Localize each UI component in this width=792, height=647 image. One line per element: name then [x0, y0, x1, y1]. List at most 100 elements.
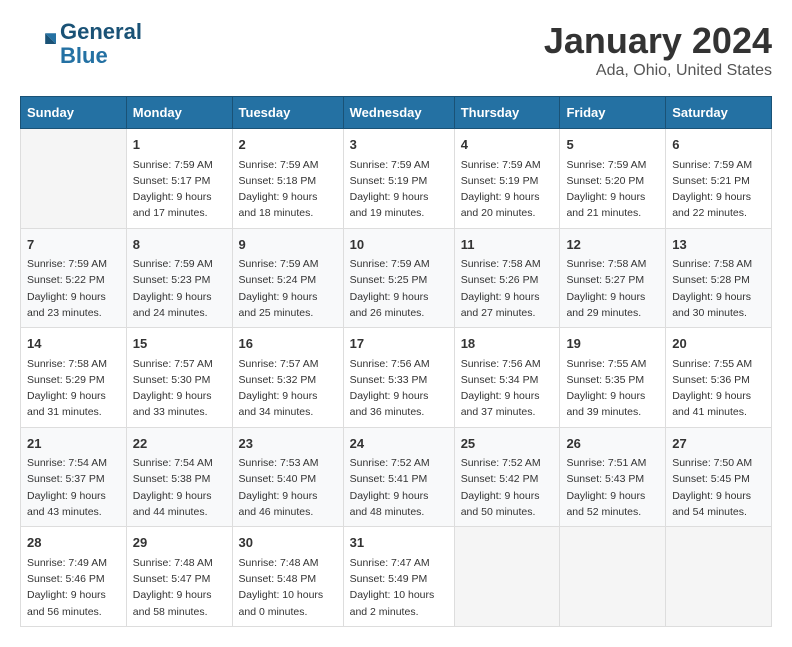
title-block: January 2024 Ada, Ohio, United States: [544, 20, 772, 80]
column-header-tuesday: Tuesday: [232, 97, 343, 129]
day-number: 1: [133, 135, 226, 155]
day-info: Sunrise: 7:52 AMSunset: 5:42 PMDaylight:…: [461, 455, 554, 520]
day-number: 23: [239, 434, 337, 454]
calendar-cell: [560, 527, 666, 627]
day-info: Sunrise: 7:59 AMSunset: 5:18 PMDaylight:…: [239, 157, 337, 222]
day-number: 8: [133, 235, 226, 255]
day-number: 18: [461, 334, 554, 354]
calendar-cell: 31Sunrise: 7:47 AMSunset: 5:49 PMDayligh…: [343, 527, 454, 627]
header-row: SundayMondayTuesdayWednesdayThursdayFrid…: [21, 97, 772, 129]
day-number: 21: [27, 434, 120, 454]
column-header-monday: Monday: [126, 97, 232, 129]
day-number: 25: [461, 434, 554, 454]
calendar-cell: [21, 129, 127, 229]
calendar-cell: 27Sunrise: 7:50 AMSunset: 5:45 PMDayligh…: [666, 427, 772, 527]
day-number: 4: [461, 135, 554, 155]
calendar-cell: 6Sunrise: 7:59 AMSunset: 5:21 PMDaylight…: [666, 129, 772, 229]
logo-text: General Blue: [60, 20, 142, 68]
day-info: Sunrise: 7:54 AMSunset: 5:38 PMDaylight:…: [133, 455, 226, 520]
calendar-cell: [454, 527, 560, 627]
calendar-subtitle: Ada, Ohio, United States: [544, 62, 772, 80]
day-info: Sunrise: 7:50 AMSunset: 5:45 PMDaylight:…: [672, 455, 765, 520]
calendar-cell: 3Sunrise: 7:59 AMSunset: 5:19 PMDaylight…: [343, 129, 454, 229]
day-number: 28: [27, 533, 120, 553]
calendar-cell: 17Sunrise: 7:56 AMSunset: 5:33 PMDayligh…: [343, 328, 454, 428]
day-number: 7: [27, 235, 120, 255]
column-header-saturday: Saturday: [666, 97, 772, 129]
logo-line1: General: [60, 19, 142, 44]
day-info: Sunrise: 7:59 AMSunset: 5:17 PMDaylight:…: [133, 157, 226, 222]
day-info: Sunrise: 7:59 AMSunset: 5:21 PMDaylight:…: [672, 157, 765, 222]
day-info: Sunrise: 7:59 AMSunset: 5:19 PMDaylight:…: [461, 157, 554, 222]
day-number: 29: [133, 533, 226, 553]
calendar-cell: 5Sunrise: 7:59 AMSunset: 5:20 PMDaylight…: [560, 129, 666, 229]
day-number: 16: [239, 334, 337, 354]
day-number: 14: [27, 334, 120, 354]
day-info: Sunrise: 7:56 AMSunset: 5:33 PMDaylight:…: [350, 356, 448, 421]
day-info: Sunrise: 7:58 AMSunset: 5:29 PMDaylight:…: [27, 356, 120, 421]
day-info: Sunrise: 7:55 AMSunset: 5:36 PMDaylight:…: [672, 356, 765, 421]
calendar-table: SundayMondayTuesdayWednesdayThursdayFrid…: [20, 96, 772, 627]
calendar-cell: 13Sunrise: 7:58 AMSunset: 5:28 PMDayligh…: [666, 228, 772, 328]
calendar-cell: 21Sunrise: 7:54 AMSunset: 5:37 PMDayligh…: [21, 427, 127, 527]
column-header-thursday: Thursday: [454, 97, 560, 129]
day-info: Sunrise: 7:48 AMSunset: 5:47 PMDaylight:…: [133, 555, 226, 620]
day-number: 22: [133, 434, 226, 454]
day-number: 26: [566, 434, 659, 454]
week-row-2: 7Sunrise: 7:59 AMSunset: 5:22 PMDaylight…: [21, 228, 772, 328]
logo-line2: Blue: [60, 43, 108, 68]
day-info: Sunrise: 7:59 AMSunset: 5:25 PMDaylight:…: [350, 256, 448, 321]
day-info: Sunrise: 7:58 AMSunset: 5:27 PMDaylight:…: [566, 256, 659, 321]
day-number: 17: [350, 334, 448, 354]
logo-icon: [20, 26, 56, 62]
day-number: 24: [350, 434, 448, 454]
day-info: Sunrise: 7:59 AMSunset: 5:19 PMDaylight:…: [350, 157, 448, 222]
page-header: General Blue January 2024 Ada, Ohio, Uni…: [20, 20, 772, 80]
calendar-cell: 8Sunrise: 7:59 AMSunset: 5:23 PMDaylight…: [126, 228, 232, 328]
calendar-cell: 9Sunrise: 7:59 AMSunset: 5:24 PMDaylight…: [232, 228, 343, 328]
day-info: Sunrise: 7:59 AMSunset: 5:24 PMDaylight:…: [239, 256, 337, 321]
day-info: Sunrise: 7:58 AMSunset: 5:28 PMDaylight:…: [672, 256, 765, 321]
day-number: 12: [566, 235, 659, 255]
calendar-cell: 24Sunrise: 7:52 AMSunset: 5:41 PMDayligh…: [343, 427, 454, 527]
calendar-cell: 28Sunrise: 7:49 AMSunset: 5:46 PMDayligh…: [21, 527, 127, 627]
calendar-cell: 19Sunrise: 7:55 AMSunset: 5:35 PMDayligh…: [560, 328, 666, 428]
day-info: Sunrise: 7:53 AMSunset: 5:40 PMDaylight:…: [239, 455, 337, 520]
column-header-sunday: Sunday: [21, 97, 127, 129]
day-number: 2: [239, 135, 337, 155]
calendar-cell: 30Sunrise: 7:48 AMSunset: 5:48 PMDayligh…: [232, 527, 343, 627]
day-info: Sunrise: 7:59 AMSunset: 5:22 PMDaylight:…: [27, 256, 120, 321]
calendar-header: SundayMondayTuesdayWednesdayThursdayFrid…: [21, 97, 772, 129]
calendar-cell: 22Sunrise: 7:54 AMSunset: 5:38 PMDayligh…: [126, 427, 232, 527]
day-info: Sunrise: 7:47 AMSunset: 5:49 PMDaylight:…: [350, 555, 448, 620]
calendar-cell: 15Sunrise: 7:57 AMSunset: 5:30 PMDayligh…: [126, 328, 232, 428]
day-number: 10: [350, 235, 448, 255]
day-info: Sunrise: 7:57 AMSunset: 5:32 PMDaylight:…: [239, 356, 337, 421]
day-number: 3: [350, 135, 448, 155]
day-number: 19: [566, 334, 659, 354]
column-header-friday: Friday: [560, 97, 666, 129]
calendar-cell: 29Sunrise: 7:48 AMSunset: 5:47 PMDayligh…: [126, 527, 232, 627]
week-row-3: 14Sunrise: 7:58 AMSunset: 5:29 PMDayligh…: [21, 328, 772, 428]
day-info: Sunrise: 7:59 AMSunset: 5:23 PMDaylight:…: [133, 256, 226, 321]
day-info: Sunrise: 7:51 AMSunset: 5:43 PMDaylight:…: [566, 455, 659, 520]
day-info: Sunrise: 7:55 AMSunset: 5:35 PMDaylight:…: [566, 356, 659, 421]
day-info: Sunrise: 7:57 AMSunset: 5:30 PMDaylight:…: [133, 356, 226, 421]
calendar-cell: 25Sunrise: 7:52 AMSunset: 5:42 PMDayligh…: [454, 427, 560, 527]
calendar-cell: 20Sunrise: 7:55 AMSunset: 5:36 PMDayligh…: [666, 328, 772, 428]
day-info: Sunrise: 7:48 AMSunset: 5:48 PMDaylight:…: [239, 555, 337, 620]
week-row-5: 28Sunrise: 7:49 AMSunset: 5:46 PMDayligh…: [21, 527, 772, 627]
calendar-cell: 1Sunrise: 7:59 AMSunset: 5:17 PMDaylight…: [126, 129, 232, 229]
week-row-4: 21Sunrise: 7:54 AMSunset: 5:37 PMDayligh…: [21, 427, 772, 527]
day-number: 27: [672, 434, 765, 454]
calendar-cell: 11Sunrise: 7:58 AMSunset: 5:26 PMDayligh…: [454, 228, 560, 328]
day-number: 31: [350, 533, 448, 553]
calendar-cell: 4Sunrise: 7:59 AMSunset: 5:19 PMDaylight…: [454, 129, 560, 229]
day-info: Sunrise: 7:54 AMSunset: 5:37 PMDaylight:…: [27, 455, 120, 520]
day-number: 15: [133, 334, 226, 354]
calendar-body: 1Sunrise: 7:59 AMSunset: 5:17 PMDaylight…: [21, 129, 772, 627]
day-number: 9: [239, 235, 337, 255]
day-info: Sunrise: 7:52 AMSunset: 5:41 PMDaylight:…: [350, 455, 448, 520]
day-info: Sunrise: 7:56 AMSunset: 5:34 PMDaylight:…: [461, 356, 554, 421]
calendar-cell: 10Sunrise: 7:59 AMSunset: 5:25 PMDayligh…: [343, 228, 454, 328]
